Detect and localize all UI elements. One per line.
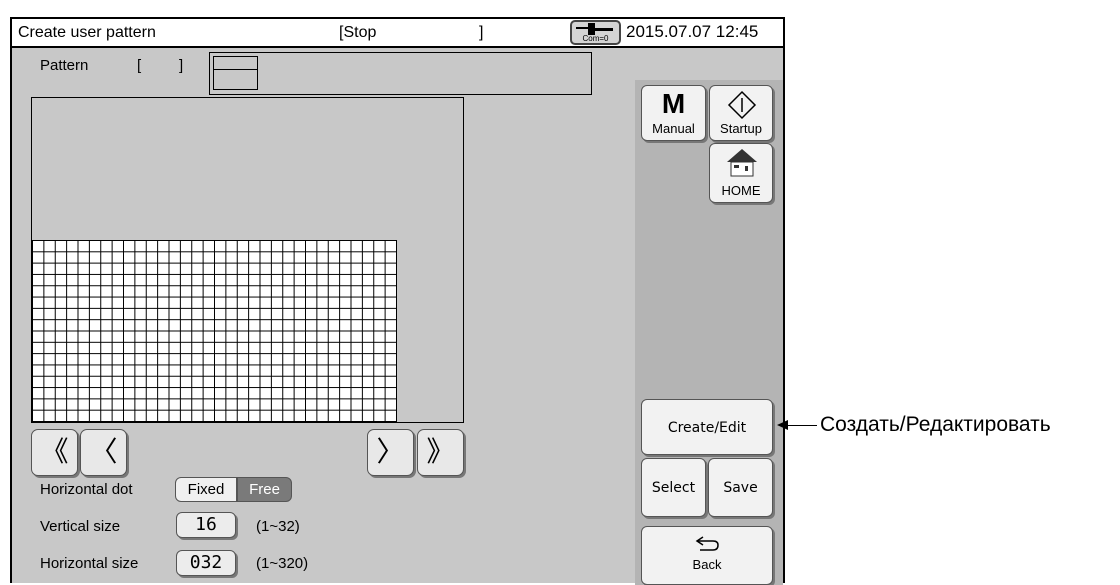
hmi-screen: Create user pattern [Stop ] Com=0 2015.0… (10, 17, 785, 585)
scroll-prev-button[interactable]: 〈 (80, 429, 127, 476)
save-label: Save (723, 480, 758, 496)
back-label: Back (692, 557, 722, 572)
annotation-line (787, 425, 817, 426)
datetime: 2015.07.07 12:45 (626, 22, 759, 41)
startup-button[interactable]: Startup (709, 85, 773, 141)
scroll-next-button[interactable]: 〉 (367, 429, 414, 476)
back-arrow-icon (695, 536, 719, 551)
startup-label: Startup (720, 121, 762, 136)
select-label: Select (651, 480, 696, 496)
create-edit-label: Create/Edit (667, 420, 747, 436)
home-button[interactable]: HOME (709, 143, 773, 203)
pattern-canvas (31, 97, 464, 423)
machine-status-close: ] (479, 24, 484, 41)
home-icon (727, 149, 757, 177)
pattern-label: Pattern (40, 57, 89, 74)
vertical-size-field[interactable]: 16 (176, 512, 236, 538)
back-button[interactable]: Back (641, 526, 773, 585)
communication-icon[interactable]: Com=0 (570, 20, 621, 45)
horizontal-size-field[interactable]: 032 (176, 550, 236, 576)
save-button[interactable]: Save (708, 458, 773, 517)
manual-button[interactable]: M Manual (641, 85, 706, 141)
pattern-thumbnail[interactable] (213, 56, 258, 90)
home-label: HOME (721, 183, 761, 198)
create-edit-button[interactable]: Create/Edit (641, 399, 773, 455)
vertical-size-label: Vertical size (40, 518, 121, 535)
scroll-last-button[interactable]: 》 (417, 429, 464, 476)
machine-status: [Stop (339, 24, 377, 41)
horizontal-dot-free-option[interactable]: Free (237, 477, 292, 502)
dot-grid[interactable] (32, 240, 397, 422)
page-title: Create user pattern (18, 24, 156, 41)
manual-icon: M (661, 88, 686, 119)
title-bar: Create user pattern [Stop ] Com=0 2015.0… (12, 19, 783, 48)
annotation-text: Создать/Редактировать (820, 413, 1051, 436)
select-button[interactable]: Select (641, 458, 706, 517)
manual-label: Manual (652, 121, 695, 136)
startup-icon (727, 90, 757, 120)
scroll-first-button[interactable]: 《 (31, 429, 78, 476)
pattern-preview-box (209, 52, 592, 95)
vertical-size-range: (1~32) (256, 518, 300, 535)
pattern-number-close: ] (179, 57, 184, 74)
pattern-number-open: [ (137, 57, 142, 74)
horizontal-dot-label: Horizontal dot (40, 481, 133, 498)
horizontal-size-range: (1~320) (256, 555, 309, 572)
horizontal-dot-fixed-option[interactable]: Fixed (175, 477, 237, 502)
horizontal-size-label: Horizontal size (40, 555, 139, 572)
com-status-label: Com=0 (582, 34, 609, 43)
